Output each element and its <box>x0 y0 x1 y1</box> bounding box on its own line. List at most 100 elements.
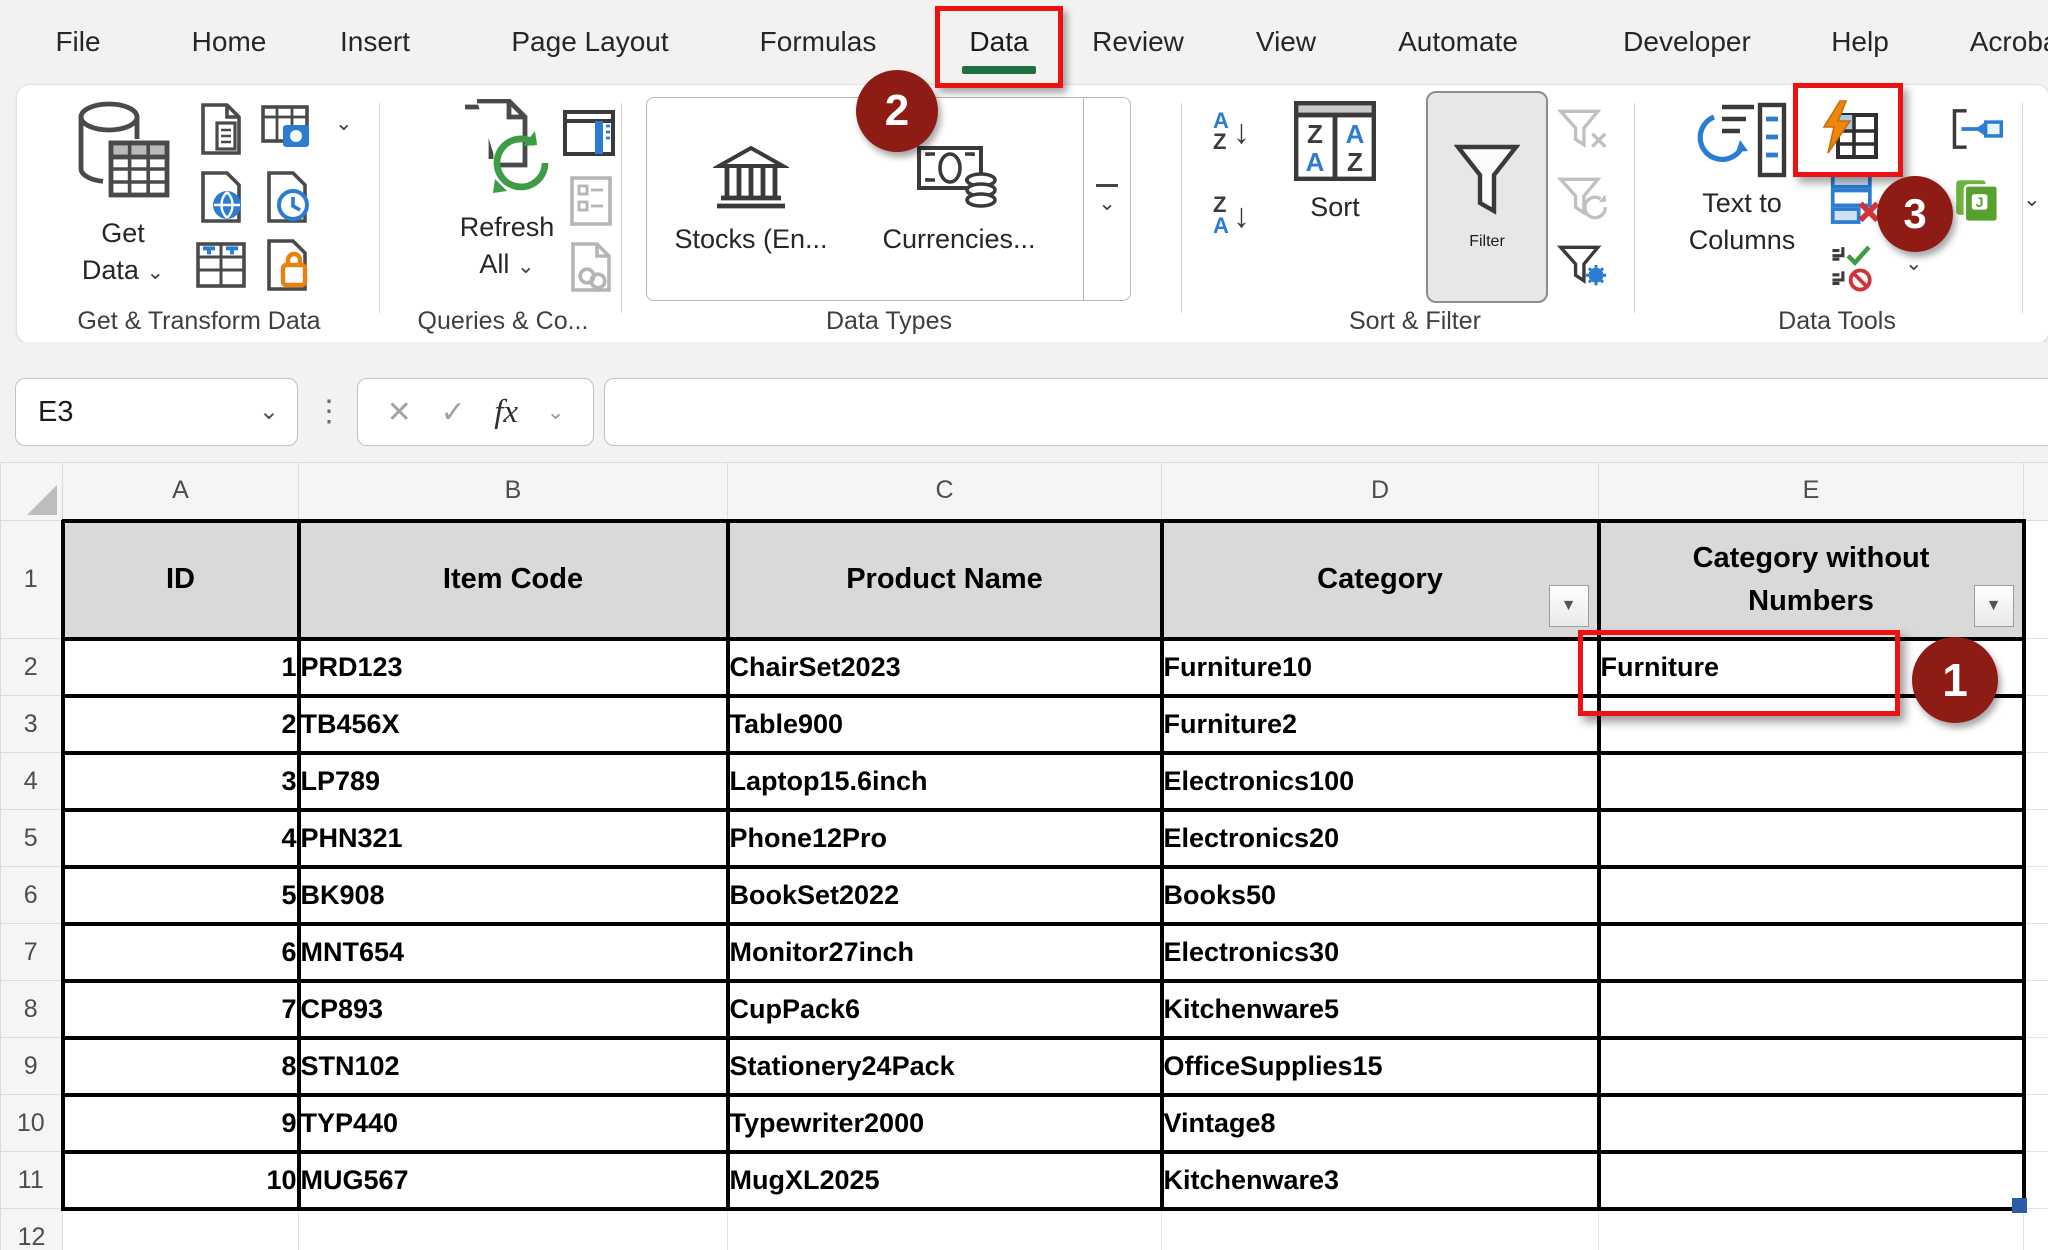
cell-f9[interactable] <box>2024 1038 2048 1095</box>
cell-a6[interactable]: 5 <box>63 867 299 924</box>
cell-e10[interactable] <box>1599 1095 2024 1152</box>
cell-f4[interactable] <box>2024 753 2048 810</box>
cell-f3[interactable] <box>2024 696 2048 753</box>
cell-e6[interactable] <box>1599 867 2024 924</box>
tab-help[interactable]: Help <box>1831 0 1889 84</box>
tab-automate[interactable]: Automate <box>1398 0 1518 84</box>
get-data-button[interactable]: Get Data ⌄ <box>53 99 193 290</box>
tab-view[interactable]: View <box>1256 0 1316 84</box>
cell-b9[interactable]: STN102 <box>299 1038 728 1095</box>
cell-b3[interactable]: TB456X <box>299 696 728 753</box>
cell-a3[interactable]: 2 <box>63 696 299 753</box>
tab-developer[interactable]: Developer <box>1623 0 1751 84</box>
row-header-11[interactable]: 11 <box>1 1152 63 1209</box>
cell-c8[interactable]: CupPack6 <box>728 981 1162 1038</box>
cell-f12[interactable] <box>2024 1209 2048 1250</box>
cell-c3[interactable]: Table900 <box>728 696 1162 753</box>
cell-a5[interactable]: 4 <box>63 810 299 867</box>
data-validation-button[interactable] <box>1829 241 1881 293</box>
from-table-range-button[interactable] <box>195 239 247 291</box>
tab-acrobat[interactable]: Acrobat <box>1970 0 2048 84</box>
tab-file[interactable]: File <box>55 0 100 84</box>
cell-f7[interactable] <box>2024 924 2048 981</box>
queries-connections-pane-button[interactable] <box>563 107 615 159</box>
tab-data[interactable]: Data <box>969 26 1028 58</box>
cancel-icon[interactable]: ✕ <box>387 395 412 430</box>
cell-d12[interactable] <box>1162 1209 1599 1250</box>
cell-d2[interactable]: Furniture10 <box>1162 639 1599 696</box>
edit-links-button[interactable] <box>565 241 617 293</box>
sort-descending-button[interactable]: ZA ↓ <box>1213 195 1250 237</box>
advanced-filter-button[interactable] <box>1557 239 1609 291</box>
flash-fill-button[interactable] <box>1816 99 1880 161</box>
tab-review[interactable]: Review <box>1092 0 1184 84</box>
cell-c5[interactable]: Phone12Pro <box>728 810 1162 867</box>
sort-button[interactable]: Z A A Z Sort <box>1275 101 1395 226</box>
row-header-5[interactable]: 5 <box>1 810 63 867</box>
cell-b10[interactable]: TYP440 <box>299 1095 728 1152</box>
row-header-9[interactable]: 9 <box>1 1038 63 1095</box>
cell-f10[interactable] <box>2024 1095 2048 1152</box>
data-model-dropdown[interactable]: ⌄ <box>2023 189 2041 210</box>
row-header-2[interactable]: 2 <box>1 639 63 696</box>
tab-insert[interactable]: Insert <box>340 0 410 84</box>
row-header-6[interactable]: 6 <box>1 867 63 924</box>
cell-e11[interactable] <box>1599 1152 2024 1209</box>
cell-a11[interactable]: 10 <box>63 1152 299 1209</box>
cell-c7[interactable]: Monitor27inch <box>728 924 1162 981</box>
remove-duplicates-button[interactable] <box>1829 171 1881 223</box>
row-header-7[interactable]: 7 <box>1 924 63 981</box>
column-header-f[interactable] <box>2024 463 2048 521</box>
tab-home[interactable]: Home <box>192 0 267 84</box>
cell-b2[interactable]: PRD123 <box>299 639 728 696</box>
from-picture-dropdown[interactable]: ⌄ <box>335 113 353 134</box>
data-validation-dropdown[interactable]: ⌄ <box>1905 253 1923 274</box>
select-all-corner[interactable] <box>1 463 63 521</box>
cell-d1[interactable]: Category ▼ <box>1162 521 1599 639</box>
cell-a10[interactable]: 9 <box>63 1095 299 1152</box>
enter-icon[interactable]: ✓ <box>440 395 465 430</box>
insert-function-icon[interactable]: fx <box>494 394 518 431</box>
cell-a8[interactable]: 7 <box>63 981 299 1038</box>
cell-a12[interactable] <box>63 1209 299 1250</box>
cell-f1[interactable] <box>2024 521 2048 639</box>
data-types-gallery-more-button[interactable]: ⌄ <box>1083 98 1130 300</box>
cell-a1[interactable]: ID <box>63 521 299 639</box>
cell-a9[interactable]: 8 <box>63 1038 299 1095</box>
cell-c1[interactable]: Product Name <box>728 521 1162 639</box>
cell-f2[interactable] <box>2024 639 2048 696</box>
cell-f11[interactable] <box>2024 1152 2048 1209</box>
cell-a7[interactable]: 6 <box>63 924 299 981</box>
row-header-12[interactable]: 12 <box>1 1209 63 1250</box>
row-header-1[interactable]: 1 <box>1 521 63 639</box>
cell-e7[interactable] <box>1599 924 2024 981</box>
name-box[interactable]: E3 ⌄ <box>15 378 298 446</box>
cell-e5[interactable] <box>1599 810 2024 867</box>
clear-filter-button[interactable] <box>1557 103 1609 155</box>
refresh-all-button[interactable]: Refresh All ⌄ <box>432 99 582 284</box>
cell-c9[interactable]: Stationery24Pack <box>728 1038 1162 1095</box>
cell-c10[interactable]: Typewriter2000 <box>728 1095 1162 1152</box>
cell-d9[interactable]: OfficeSupplies15 <box>1162 1038 1599 1095</box>
column-header-c[interactable]: C <box>728 463 1162 521</box>
cell-c11[interactable]: MugXL2025 <box>728 1152 1162 1209</box>
cell-b12[interactable] <box>299 1209 728 1250</box>
fill-handle[interactable] <box>2012 1198 2027 1213</box>
stocks-data-type[interactable]: Stocks (En... <box>647 98 855 300</box>
cell-d4[interactable]: Electronics100 <box>1162 753 1599 810</box>
column-header-a[interactable]: A <box>63 463 299 521</box>
cell-e12[interactable] <box>1599 1209 2024 1250</box>
cell-b4[interactable]: LP789 <box>299 753 728 810</box>
filter-dropdown-button[interactable]: ▼ <box>1549 585 1589 627</box>
cell-c4[interactable]: Laptop15.6inch <box>728 753 1162 810</box>
cell-e4[interactable] <box>1599 753 2024 810</box>
formula-input[interactable] <box>604 378 2048 446</box>
row-header-10[interactable]: 10 <box>1 1095 63 1152</box>
cell-f6[interactable] <box>2024 867 2048 924</box>
properties-button[interactable] <box>565 175 617 227</box>
column-header-b[interactable]: B <box>299 463 728 521</box>
cell-b6[interactable]: BK908 <box>299 867 728 924</box>
consolidate-button[interactable] <box>1951 103 2003 155</box>
filter-dropdown-button[interactable]: ▼ <box>1974 585 2014 627</box>
cell-b11[interactable]: MUG567 <box>299 1152 728 1209</box>
